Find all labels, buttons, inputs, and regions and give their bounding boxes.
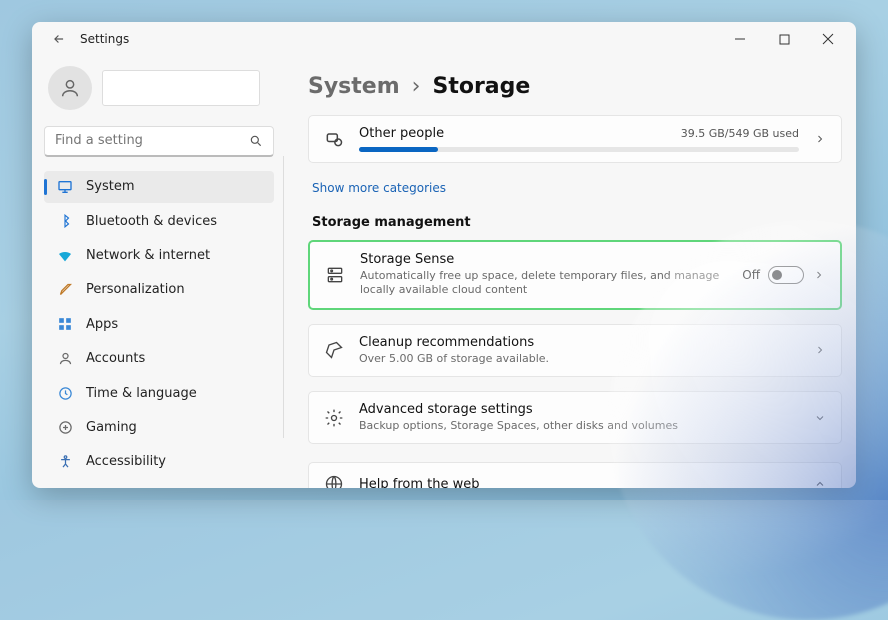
chevron-up-icon bbox=[813, 478, 827, 488]
back-button[interactable] bbox=[46, 26, 72, 52]
sidebar-item-label: Accessibility bbox=[86, 454, 166, 469]
chevron-right-icon bbox=[812, 269, 826, 281]
globe-icon bbox=[323, 473, 345, 488]
storage-category-card[interactable]: Other people 39.5 GB/549 GB used bbox=[308, 115, 842, 163]
section-header: Storage management bbox=[312, 215, 842, 230]
sidebar-item-label: Personalization bbox=[86, 282, 185, 297]
sidebar-item-personalization[interactable]: Personalization bbox=[44, 274, 274, 306]
paintbrush-icon bbox=[56, 281, 74, 299]
show-more-categories-link[interactable]: Show more categories bbox=[312, 181, 446, 195]
content-area: System › Storage Other people 39.5 GB/54… bbox=[284, 56, 856, 488]
minimize-icon bbox=[734, 33, 746, 45]
search-box[interactable] bbox=[44, 126, 274, 157]
sidebar-item-network[interactable]: Network & internet bbox=[44, 239, 274, 271]
help-from-web-card[interactable]: Help from the web bbox=[308, 462, 842, 488]
card-description: Automatically free up space, delete temp… bbox=[360, 269, 728, 298]
maximize-button[interactable] bbox=[762, 22, 806, 56]
profile-row[interactable] bbox=[44, 60, 274, 120]
search-input[interactable] bbox=[55, 133, 249, 148]
settings-window: Settings bbox=[32, 22, 856, 488]
card-title: Advanced storage settings bbox=[359, 402, 799, 417]
accessibility-icon bbox=[56, 453, 74, 471]
sidebar-item-label: Network & internet bbox=[86, 248, 210, 263]
card-description: Backup options, Storage Spaces, other di… bbox=[359, 419, 799, 433]
person-icon bbox=[59, 77, 81, 99]
people-icon bbox=[323, 128, 345, 150]
storage-sense-card[interactable]: Storage Sense Automatically free up spac… bbox=[308, 240, 842, 310]
sidebar-item-apps[interactable]: Apps bbox=[44, 308, 274, 340]
sidebar-item-gaming[interactable]: Gaming bbox=[44, 411, 274, 443]
usage-bar bbox=[359, 147, 799, 152]
storage-sense-icon bbox=[324, 264, 346, 286]
bluetooth-icon bbox=[56, 212, 74, 230]
minimize-button[interactable] bbox=[718, 22, 762, 56]
clock-globe-icon bbox=[56, 384, 74, 402]
cleanup-recommendations-card[interactable]: Cleanup recommendations Over 5.00 GB of … bbox=[308, 324, 842, 377]
card-title: Storage Sense bbox=[360, 252, 728, 267]
apps-icon bbox=[56, 315, 74, 333]
breadcrumb-parent[interactable]: System bbox=[308, 74, 400, 99]
card-description: Over 5.00 GB of storage available. bbox=[359, 352, 799, 366]
gear-icon bbox=[323, 407, 345, 429]
sidebar: System Bluetooth & devices Network & int… bbox=[32, 56, 284, 488]
card-title: Cleanup recommendations bbox=[359, 335, 799, 350]
avatar bbox=[48, 66, 92, 110]
app-title: Settings bbox=[80, 32, 129, 46]
nav-list: System Bluetooth & devices Network & int… bbox=[44, 171, 274, 478]
card-title: Help from the web bbox=[359, 477, 799, 488]
sidebar-item-label: Bluetooth & devices bbox=[86, 214, 217, 229]
window-controls bbox=[718, 22, 850, 56]
sidebar-item-time[interactable]: Time & language bbox=[44, 377, 274, 409]
sidebar-item-label: Accounts bbox=[86, 351, 145, 366]
maximize-icon bbox=[779, 34, 790, 45]
chevron-down-icon bbox=[813, 412, 827, 424]
advanced-storage-settings-card[interactable]: Advanced storage settings Backup options… bbox=[308, 391, 842, 444]
sidebar-item-label: Gaming bbox=[86, 420, 137, 435]
sidebar-item-accessibility[interactable]: Accessibility bbox=[44, 446, 274, 478]
sidebar-item-accounts[interactable]: Accounts bbox=[44, 343, 274, 375]
chevron-right-icon bbox=[813, 133, 827, 145]
search-icon bbox=[249, 134, 263, 148]
close-icon bbox=[822, 33, 834, 45]
toggle-label: Off bbox=[742, 268, 760, 282]
chevron-right-icon bbox=[813, 344, 827, 356]
sidebar-item-label: Time & language bbox=[86, 386, 197, 401]
sidebar-item-bluetooth[interactable]: Bluetooth & devices bbox=[44, 205, 274, 237]
sidebar-item-label: System bbox=[86, 179, 134, 194]
page-title: Storage bbox=[432, 74, 530, 99]
titlebar: Settings bbox=[32, 22, 856, 56]
storage-sense-toggle[interactable] bbox=[768, 266, 804, 284]
broom-icon bbox=[323, 339, 345, 361]
wifi-icon bbox=[56, 247, 74, 265]
monitor-icon bbox=[56, 178, 74, 196]
close-button[interactable] bbox=[806, 22, 850, 56]
gaming-icon bbox=[56, 418, 74, 436]
accounts-icon bbox=[56, 350, 74, 368]
category-usage: 39.5 GB/549 GB used bbox=[681, 127, 799, 140]
breadcrumb: System › Storage bbox=[308, 74, 842, 99]
sidebar-item-system[interactable]: System bbox=[44, 171, 274, 203]
category-title: Other people bbox=[359, 126, 444, 141]
back-arrow-icon bbox=[52, 32, 66, 46]
chevron-right-icon: › bbox=[412, 74, 421, 99]
profile-name-box bbox=[102, 70, 260, 106]
sidebar-item-label: Apps bbox=[86, 317, 118, 332]
